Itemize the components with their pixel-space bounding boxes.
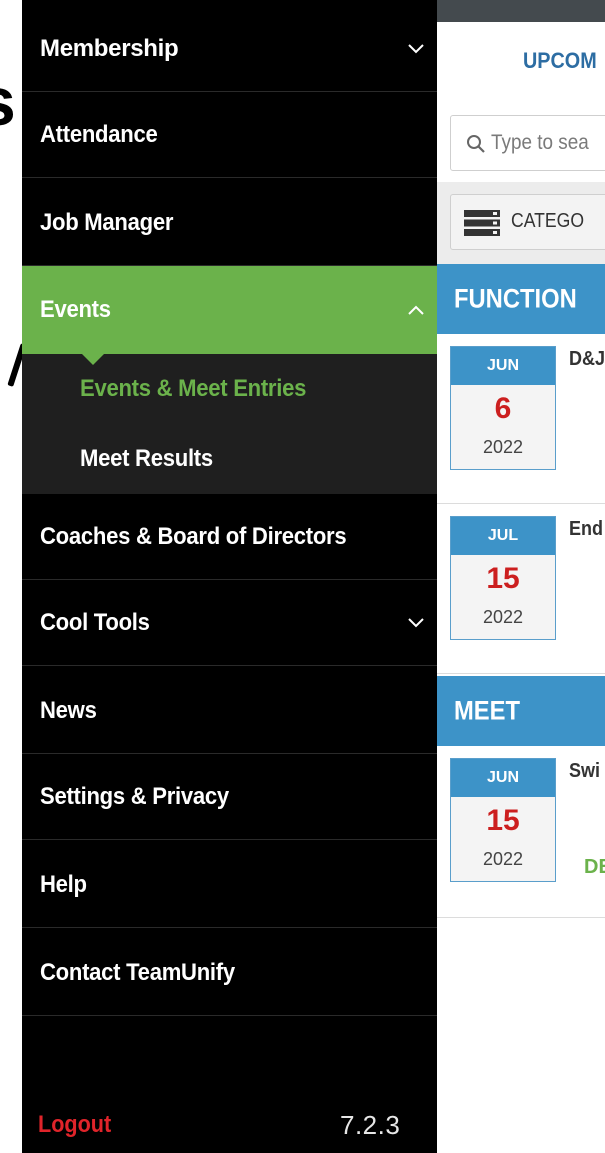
menu-item-events[interactable]: Events [22, 266, 437, 354]
search-input[interactable]: Type to sea [450, 115, 605, 171]
menu-item-news[interactable]: News [22, 668, 437, 754]
date-day: 6 [494, 392, 512, 425]
events-content-panel: UPCOM Type to sea CATEGO FUNCTION JUN 6 … [437, 0, 605, 1153]
menu-item-settings-privacy[interactable]: Settings & Privacy [22, 754, 437, 840]
background-heading-fragment: s [0, 62, 22, 142]
section-title: FUNCTION [454, 283, 577, 314]
date-year: 2022 [482, 437, 524, 457]
section-header-function: FUNCTION [437, 264, 605, 334]
date-month: JUN [451, 347, 555, 385]
event-row[interactable]: JUN 15 2022 Swi DE [437, 746, 605, 918]
active-pointer [82, 354, 104, 365]
menu-item-label: Attendance [40, 120, 158, 148]
menu-item-coaches-board[interactable]: Coaches & Board of Directors [22, 494, 437, 580]
categories-button[interactable]: CATEGO [450, 194, 605, 250]
menu-item-label: News [40, 696, 97, 724]
event-title: D&J [569, 348, 605, 370]
submenu-item-meet-results[interactable]: Meet Results [22, 424, 437, 494]
chevron-up-icon [407, 304, 425, 316]
menu-item-label: Cool Tools [40, 608, 150, 636]
menu-item-label: Help [40, 870, 87, 898]
categories-label: CATEGO [511, 210, 585, 232]
events-submenu: Events & Meet Entries Meet Results [22, 354, 437, 494]
date-badge: JUL 15 2022 [450, 516, 556, 640]
menu-item-help[interactable]: Help [22, 842, 437, 928]
date-day: 15 [486, 562, 520, 595]
side-menu-drawer: Membership Attendance Job Manager Events… [22, 0, 437, 1153]
date-year: 2022 [482, 607, 524, 627]
background-page-edge: s [0, 0, 22, 1153]
event-row[interactable]: JUL 15 2022 End [437, 504, 605, 674]
event-row[interactable]: JUN 6 2022 D&J [437, 334, 605, 504]
menu-item-attendance[interactable]: Attendance [22, 92, 437, 178]
date-month: JUN [451, 759, 555, 797]
top-bar [437, 0, 605, 22]
menu-item-membership[interactable]: Membership [22, 6, 437, 92]
page-title: UPCOM [523, 48, 597, 73]
event-title: End [569, 518, 604, 540]
menu-item-cool-tools[interactable]: Cool Tools [22, 580, 437, 666]
submenu-item-label: Events & Meet Entries [80, 375, 307, 402]
menu-item-label: Contact TeamUnify [40, 958, 235, 986]
search-placeholder: Type to sea [491, 131, 589, 154]
date-badge: JUN 15 2022 [450, 758, 556, 882]
background-mark [7, 343, 22, 387]
chevron-down-icon [407, 43, 425, 55]
search-icon [465, 133, 487, 155]
date-month: JUL [451, 517, 555, 555]
logout-link[interactable]: Logout [38, 1111, 111, 1139]
event-title: Swi [569, 760, 601, 782]
chevron-down-icon [407, 617, 425, 629]
menu-item-label: Settings & Privacy [40, 782, 229, 810]
menu-item-label: Membership [40, 34, 179, 62]
submenu-item-label: Meet Results [80, 445, 213, 472]
section-header-meet: MEET [437, 676, 605, 746]
menu-item-contact-teamunify[interactable]: Contact TeamUnify [22, 930, 437, 1016]
section-title: MEET [454, 695, 521, 726]
app-version: 7.2.3 [340, 1110, 401, 1140]
menu-item-job-manager[interactable]: Job Manager [22, 180, 437, 266]
date-badge: JUN 6 2022 [450, 346, 556, 470]
date-year: 2022 [482, 849, 524, 869]
menu-item-label: Job Manager [40, 208, 174, 236]
date-day: 15 [486, 804, 520, 837]
server-stack-icon [463, 209, 503, 237]
category-bar: CATEGO [437, 182, 605, 264]
event-deadline-tag: DE [584, 856, 605, 878]
menu-item-label: Coaches & Board of Directors [40, 522, 347, 550]
menu-item-label: Events [40, 296, 111, 323]
